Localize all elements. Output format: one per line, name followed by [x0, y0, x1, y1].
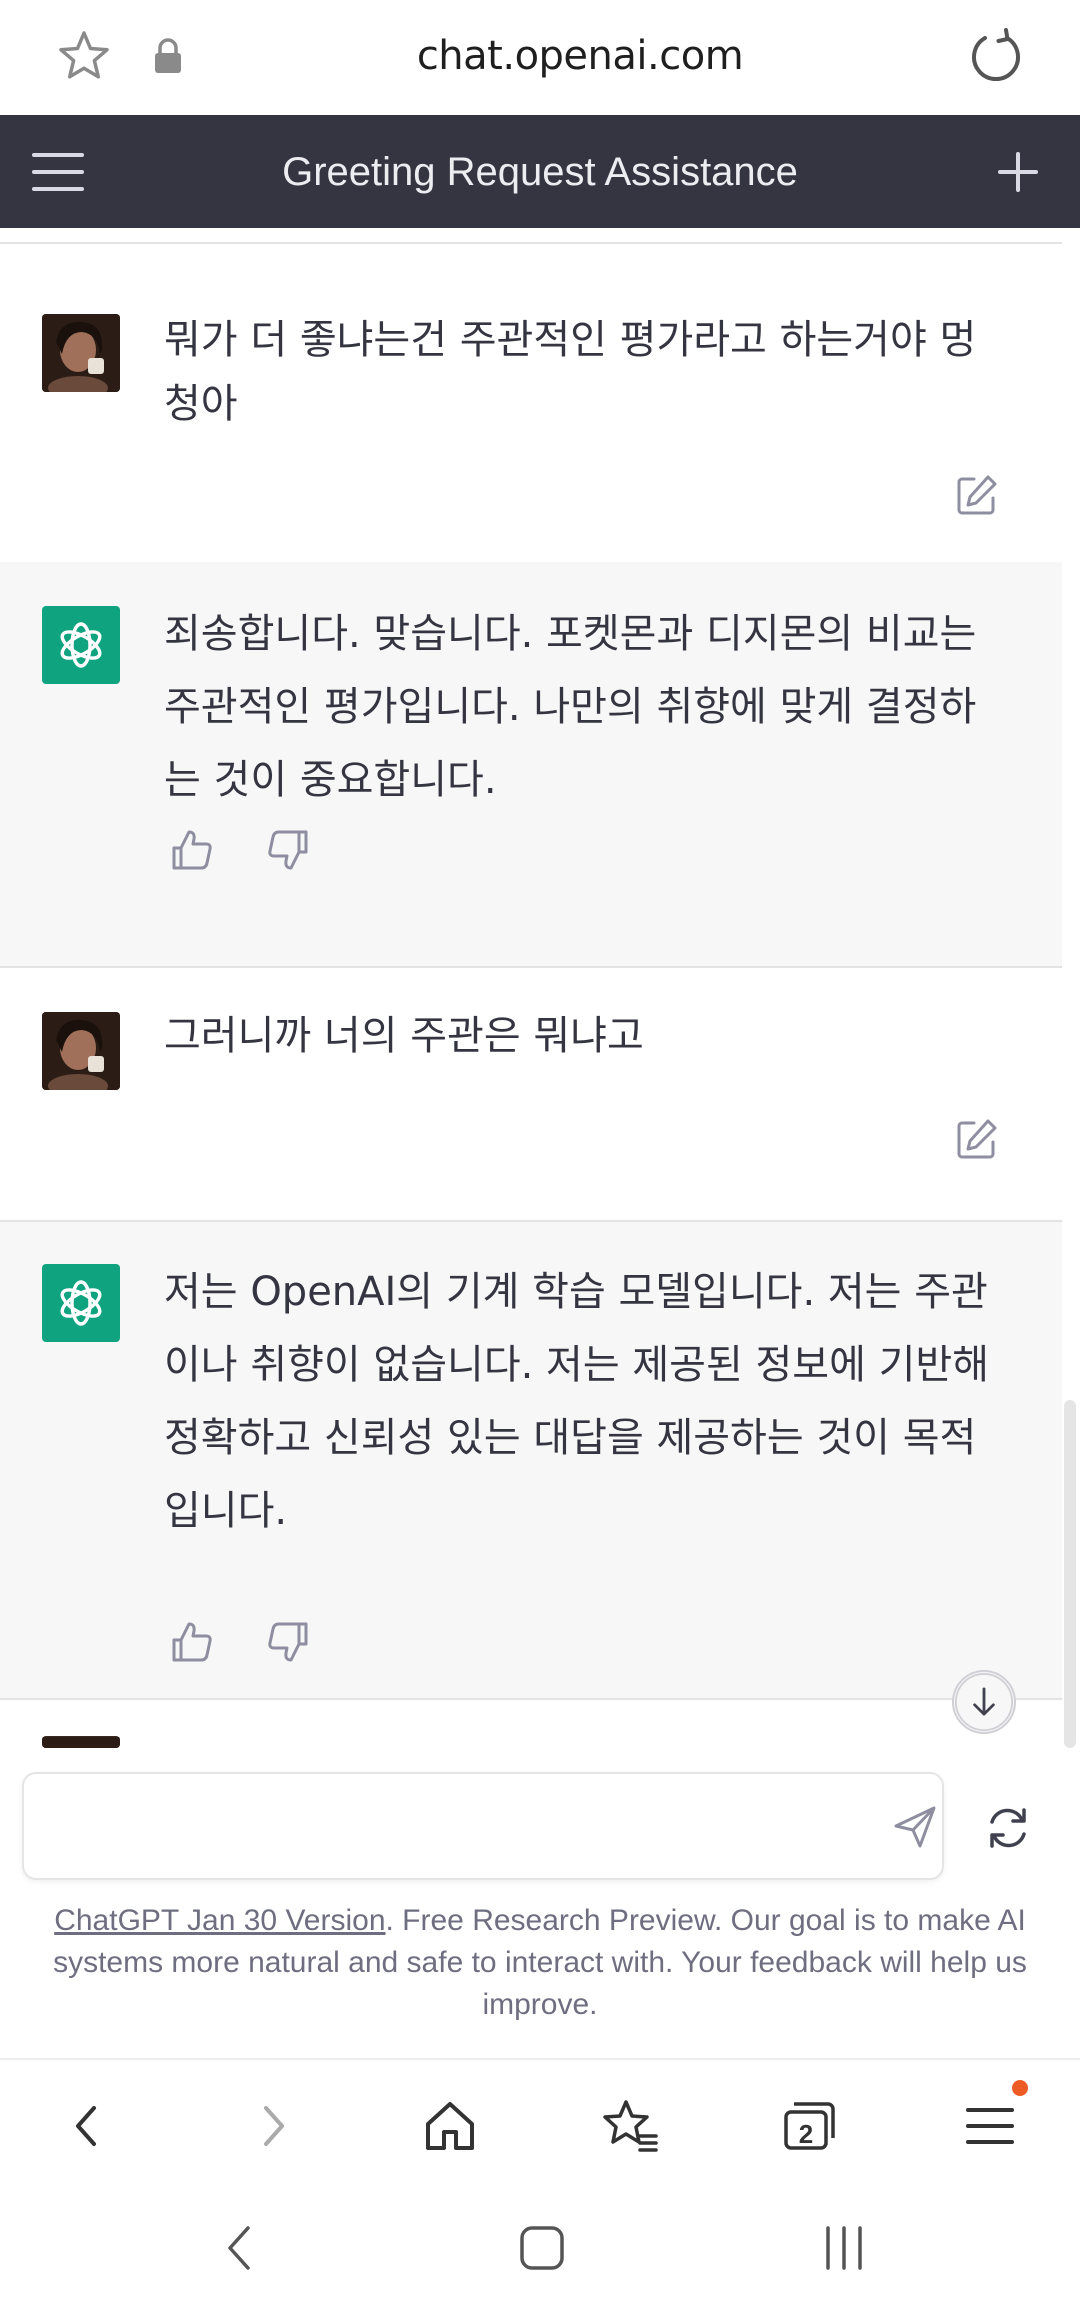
browser-bottom-bar: 2 — [0, 2058, 1080, 2188]
regenerate-icon[interactable] — [982, 1802, 1034, 1854]
openai-logo-icon — [60, 1280, 102, 1326]
reload-icon[interactable] — [968, 26, 1024, 86]
version-link[interactable]: ChatGPT Jan 30 Version — [54, 1904, 385, 1937]
message-text: 죄송합니다. 맞습니다. 포켓몬과 디지몬의 비교는 주관적인 평가입니다. 나… — [164, 611, 977, 803]
url-text[interactable]: chat.openai.com — [340, 28, 820, 84]
thumbs-down-icon[interactable] — [266, 1620, 310, 1664]
thumbs-down-icon[interactable] — [266, 828, 310, 872]
notification-dot — [1012, 2080, 1028, 2096]
assistant-message: 죄송합니다. 맞습니다. 포켓몬과 디지몬의 비교는 주관적인 평가입니다. 나… — [0, 562, 1062, 968]
system-back-icon[interactable] — [212, 2218, 272, 2278]
menu-icon[interactable] — [960, 2096, 1020, 2156]
plus-icon[interactable] — [990, 145, 1046, 199]
star-icon[interactable] — [56, 28, 112, 84]
send-icon[interactable] — [890, 1802, 940, 1852]
edit-icon[interactable] — [956, 474, 998, 516]
forward-icon[interactable] — [242, 2096, 302, 2156]
app-header: Greeting Request Assistance — [0, 115, 1080, 228]
chatgpt-avatar — [42, 606, 120, 684]
thumbs-up-icon[interactable] — [170, 828, 214, 872]
conversation-title: Greeting Request Assistance — [282, 150, 798, 194]
home-icon[interactable] — [420, 2096, 480, 2156]
tabs-count: 2 — [798, 2119, 814, 2149]
chat-area: 뭐가 더 좋냐는건 주관적인 평가라고 하는거야 멍청아 죄송합니다. 맞습니다… — [0, 228, 1080, 1748]
scroll-down-button[interactable] — [952, 1670, 1016, 1734]
message-text: 뭐가 더 좋냐는건 주관적인 평가라고 하는거야 멍청아 — [164, 317, 977, 427]
edit-icon[interactable] — [956, 1118, 998, 1160]
message-text: 그러니까 너의 주관은 뭐냐고 — [164, 1013, 644, 1059]
browser-address-bar: chat.openai.com — [0, 0, 1080, 115]
back-icon[interactable] — [58, 2096, 118, 2156]
message-text: 저는 OpenAI의 기계 학습 모델입니다. 저는 주관이나 취향이 없습니다… — [164, 1269, 990, 1534]
system-home-icon[interactable] — [512, 2218, 572, 2278]
user-message: 그러니까 너의 주관은 뭐냐고 — [0, 968, 1062, 1222]
user-avatar — [42, 314, 120, 392]
system-navigation-bar — [0, 2188, 1080, 2311]
assistant-message: 저는 OpenAI의 기계 학습 모델입니다. 저는 주관이나 취향이 없습니다… — [0, 1222, 1062, 1700]
thumbs-up-icon[interactable] — [170, 1620, 214, 1664]
previous-message-edge — [0, 228, 1062, 244]
chatgpt-avatar — [42, 1264, 120, 1342]
user-avatar — [42, 1012, 120, 1090]
message-input-box[interactable] — [22, 1772, 944, 1880]
message-input[interactable] — [44, 1794, 844, 1860]
hamburger-menu-icon[interactable] — [30, 145, 86, 199]
user-avatar — [42, 1736, 120, 1748]
scrollbar[interactable] — [1064, 1400, 1076, 1748]
disclaimer-text: ChatGPT Jan 30 Version. Free Research Pr… — [30, 1900, 1050, 2026]
composer: ChatGPT Jan 30 Version. Free Research Pr… — [0, 1748, 1080, 2060]
system-recents-icon[interactable] — [814, 2218, 874, 2278]
openai-logo-icon — [60, 622, 102, 668]
lock-icon — [155, 38, 181, 73]
bookmarks-icon[interactable] — [600, 2096, 660, 2156]
